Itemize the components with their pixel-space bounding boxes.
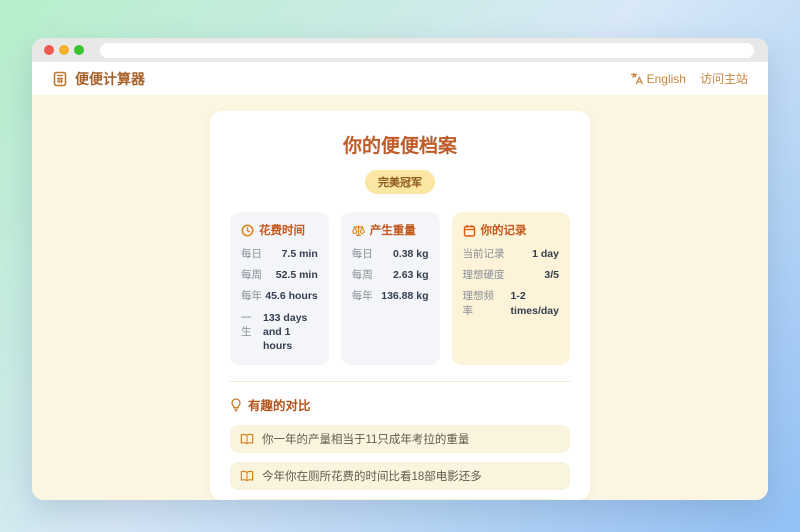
stat-label: 每日 [241, 248, 262, 260]
stat-title-time: 花费时间 [259, 225, 305, 237]
stat-label: 理想频率 [462, 290, 495, 317]
stat-value: 1-2 times/day [510, 290, 559, 317]
open-book-icon [240, 433, 254, 445]
site-header: 便便计算器 English 访问主站 [32, 62, 768, 95]
stat-label: 每年 [241, 290, 262, 303]
header-links: English 访问主站 [630, 70, 748, 87]
close-button[interactable] [44, 45, 54, 55]
stat-value: 0.38 kg [392, 248, 429, 260]
maximize-button[interactable] [74, 45, 84, 55]
section-divider [230, 381, 570, 383]
stat-card-time: 花费时间 每日 7.5 min 每周 52.5 min 每年 45.6 hour… [230, 212, 329, 366]
stat-value: 136.88 kg [381, 290, 429, 303]
browser-window: 便便计算器 English 访问主站 你的便便档案 完美冠军 花费时间 每日 7… [32, 38, 768, 500]
site-logo[interactable]: 便便计算器 [52, 69, 145, 89]
url-bar[interactable] [100, 42, 754, 58]
stat-value: 1 day [532, 248, 559, 260]
stat-card-records: 你的记录 当前记录 1 day 理想硬度 3/5 理想频率 1-2 times/… [451, 212, 570, 366]
stat-value: 2.63 kg [392, 269, 429, 282]
stat-label: 每周 [241, 269, 262, 282]
stat-label: 每周 [351, 269, 373, 282]
stat-card-weight: 产生重量 每日 0.38 kg 每周 2.63 kg 每年 136.88 kg [340, 212, 440, 366]
page-title: 你的便便档案 [342, 136, 457, 157]
comparison-item-movies: 今年你在厕所花费的时间比看18部电影还多 [230, 462, 570, 491]
comparisons-section-title: 有趣的对比 [230, 395, 570, 414]
stat-value: 45.6 hours [265, 290, 318, 303]
stat-value: 52.5 min [275, 269, 318, 282]
open-book-icon [240, 470, 254, 482]
stat-label: 每年 [351, 290, 373, 303]
window-controls [44, 45, 84, 55]
clock-icon [241, 224, 254, 237]
scale-icon [352, 224, 365, 237]
stat-label: 每日 [351, 248, 373, 260]
lightbulb-icon [230, 397, 242, 412]
stat-label: 理想硬度 [462, 269, 505, 282]
browser-chrome-bar [32, 38, 768, 62]
achievement-badge: 完美冠军 [365, 170, 435, 194]
comparison-text: 你一年的产量相当于11只成年考拉的重量 [262, 434, 470, 447]
main-site-link[interactable]: 访问主站 [700, 70, 748, 87]
comparisons-title-label: 有趣的对比 [248, 399, 311, 414]
stat-value: 133 days and 1 hours [263, 311, 308, 352]
stats-grid: 花费时间 每日 7.5 min 每周 52.5 min 每年 45.6 hour… [230, 212, 570, 366]
main-site-label: 访问主站 [699, 72, 748, 86]
stat-title-weight: 产生重量 [369, 225, 416, 237]
stat-title-records: 你的记录 [480, 225, 527, 237]
language-switch-link[interactable]: English [630, 72, 686, 86]
minimize-button[interactable] [59, 45, 69, 55]
stat-label: 当前记录 [462, 248, 505, 260]
stat-value: 3/5 [544, 269, 559, 282]
calendar-icon [463, 224, 476, 237]
translate-icon [630, 72, 643, 85]
stat-label: 一生 [241, 311, 252, 338]
profile-card: 你的便便档案 完美冠军 花费时间 每日 7.5 min 每周 52.5 min … [210, 111, 590, 500]
site-title: 便便计算器 [75, 70, 145, 87]
calculator-icon [52, 71, 68, 87]
language-switch-label: English [646, 71, 686, 86]
stat-value: 7.5 min [281, 248, 318, 260]
comparison-text: 今年你在厕所花费的时间比看18部电影还多 [262, 471, 482, 484]
comparison-item-books: 在你的一生中，你可以在厕所读完约532本书 [230, 499, 570, 500]
page-content: 你的便便档案 完美冠军 花费时间 每日 7.5 min 每周 52.5 min … [32, 95, 768, 500]
comparison-item-koala: 你一年的产量相当于11只成年考拉的重量 [230, 425, 570, 454]
